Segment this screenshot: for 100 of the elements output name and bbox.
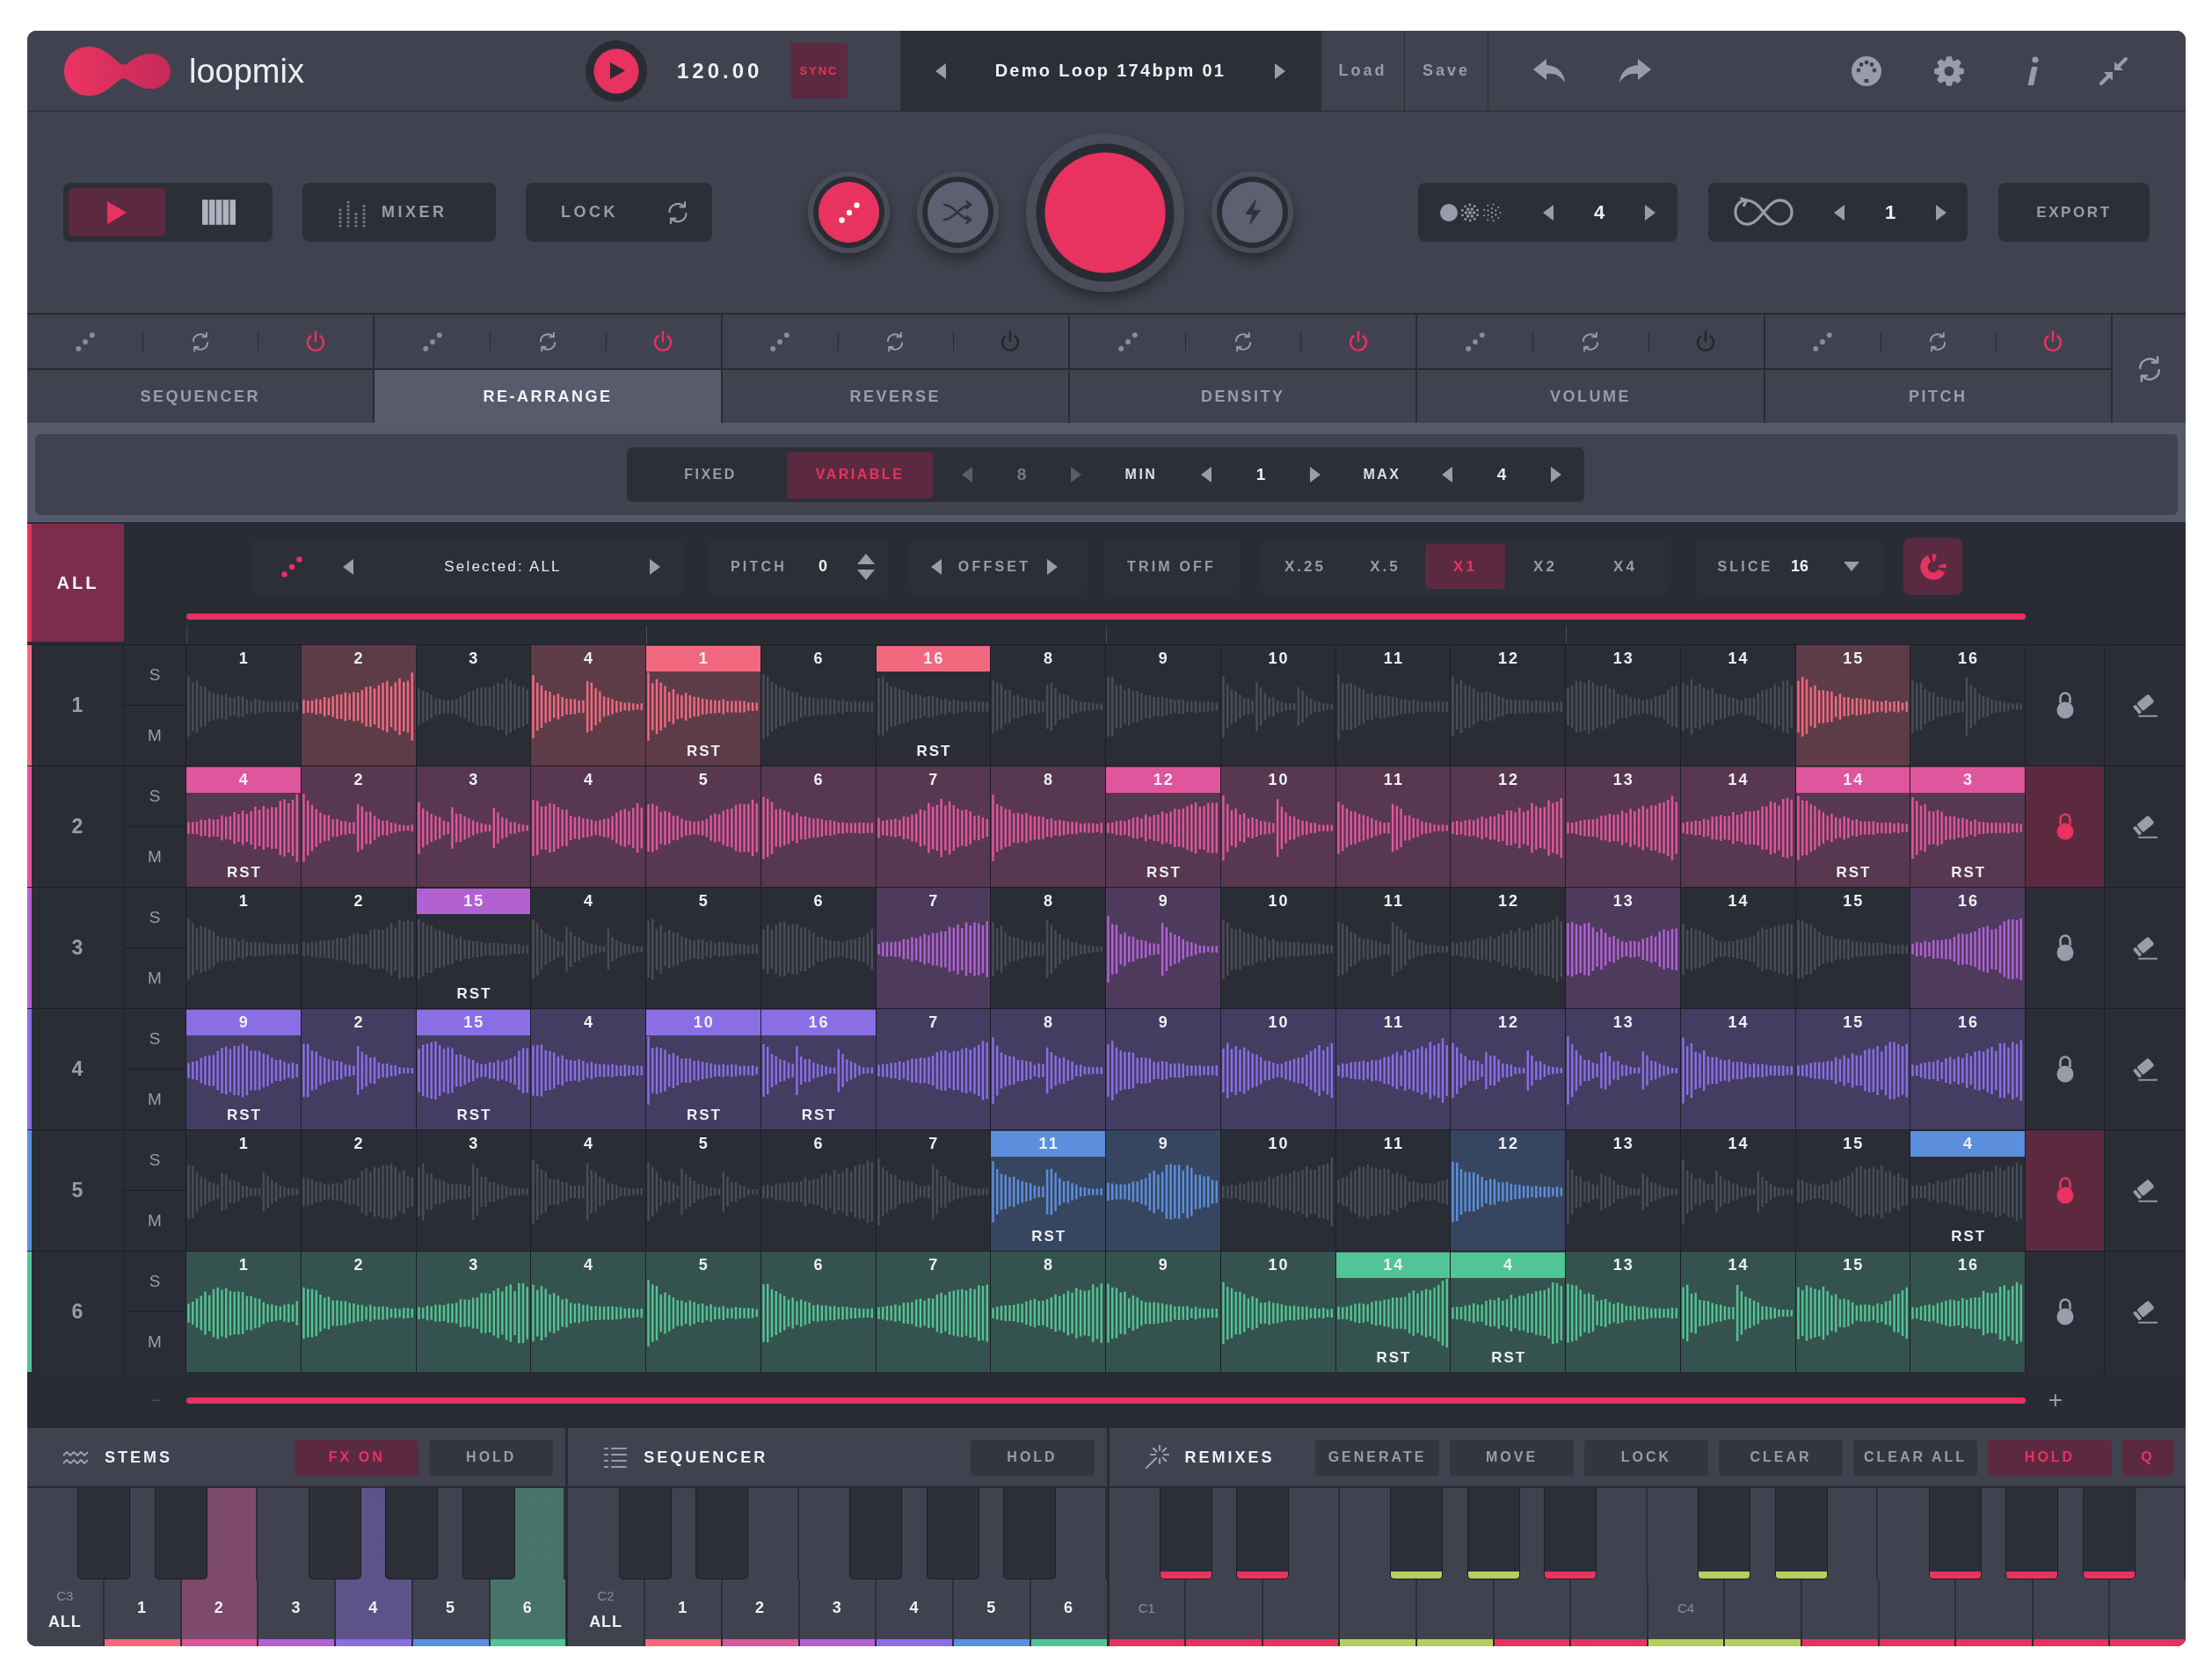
slice-number: 14 bbox=[1727, 770, 1750, 790]
rst-label: RST bbox=[1950, 1227, 1987, 1246]
slice-number: 1 bbox=[237, 891, 250, 911]
slice-number: 12 bbox=[1497, 770, 1520, 790]
slice-number: 4 bbox=[583, 770, 595, 790]
slice-number: 13 bbox=[1612, 770, 1634, 790]
key-label: 2 bbox=[214, 1599, 224, 1617]
key-label: 6 bbox=[522, 1599, 533, 1617]
note-label: C1 bbox=[1138, 1601, 1155, 1615]
slice-number: 1 bbox=[646, 646, 760, 672]
slice-number: 15 bbox=[1842, 1255, 1865, 1275]
slice-number: 13 bbox=[1612, 1255, 1634, 1275]
rst-label: RST bbox=[1950, 863, 1987, 882]
pitch-label: PITCH bbox=[730, 558, 788, 575]
min-value: 1 bbox=[1255, 465, 1267, 484]
slice-number: 9 bbox=[1157, 649, 1169, 669]
slice-number: 15 bbox=[1842, 891, 1865, 911]
slice-number: 13 bbox=[1612, 1134, 1634, 1154]
rst-label: RST bbox=[455, 1106, 492, 1125]
slice-number: 3 bbox=[468, 1255, 480, 1275]
slice-number: 15 bbox=[416, 1010, 531, 1035]
slice-number: 2 bbox=[353, 770, 365, 790]
slice-number: 11 bbox=[1382, 1013, 1404, 1033]
key-label: 5 bbox=[986, 1599, 997, 1617]
slice-number: 10 bbox=[1267, 649, 1290, 669]
key-label: 3 bbox=[291, 1599, 302, 1617]
key-label: 1 bbox=[678, 1599, 688, 1617]
rst-label: RST bbox=[800, 1106, 837, 1125]
slice-number: 10 bbox=[1267, 891, 1290, 911]
slice-number: 12 bbox=[1497, 1013, 1520, 1033]
rst-label: RST bbox=[915, 742, 952, 761]
slice-number: 15 bbox=[1842, 649, 1865, 669]
slice-number: 8 bbox=[1043, 1013, 1055, 1033]
slice-number: 6 bbox=[812, 770, 825, 790]
slice-number: 2 bbox=[353, 1013, 365, 1033]
slice-number: 4 bbox=[583, 1134, 595, 1154]
slice-number: 16 bbox=[760, 1010, 876, 1035]
slice-number: 1 bbox=[237, 1134, 250, 1154]
slice-number: 14 bbox=[1727, 1255, 1750, 1275]
track-number: 2 bbox=[71, 815, 84, 838]
key-label: 4 bbox=[368, 1599, 379, 1617]
slice-number: 3 bbox=[468, 770, 480, 790]
slice-number: 4 bbox=[583, 1013, 595, 1033]
slice-number: 11 bbox=[1382, 649, 1404, 669]
slice-number: 14 bbox=[1727, 1013, 1750, 1033]
slice-number: 10 bbox=[1267, 1134, 1290, 1154]
slice-number: 4 bbox=[186, 767, 301, 793]
rst-label: RST bbox=[1145, 863, 1182, 882]
slice-number: 14 bbox=[1335, 1252, 1451, 1278]
rst-label: RST bbox=[685, 1106, 722, 1125]
slice-number: 10 bbox=[1267, 1013, 1290, 1033]
slice-number: 5 bbox=[697, 1134, 709, 1154]
slice-number: 1 bbox=[237, 649, 250, 669]
slice-number: 7 bbox=[928, 891, 940, 911]
max-value: 4 bbox=[1495, 465, 1508, 484]
slice-number: 1 bbox=[237, 1255, 250, 1275]
slice-number: 6 bbox=[812, 1134, 825, 1154]
rst-label: RST bbox=[1030, 1227, 1067, 1246]
slice-number: 8 bbox=[1043, 770, 1055, 790]
key-label: 3 bbox=[832, 1599, 842, 1617]
slice-number: 9 bbox=[1157, 1013, 1169, 1033]
app-name: loopmix bbox=[189, 54, 304, 88]
slice-number: 2 bbox=[353, 1255, 365, 1275]
key-label: 1 bbox=[137, 1599, 148, 1617]
track-number: 6 bbox=[71, 1300, 84, 1324]
slice-number: 10 bbox=[1267, 1255, 1290, 1275]
slice-number: 11 bbox=[1382, 891, 1404, 911]
key-label: 4 bbox=[909, 1599, 920, 1617]
rst-label: RST bbox=[225, 863, 262, 882]
slice-number: 11 bbox=[991, 1131, 1105, 1157]
slice-number: 2 bbox=[353, 649, 365, 669]
slice-number: 3 bbox=[468, 649, 480, 669]
slice-number: 16 bbox=[876, 646, 991, 672]
slice-number: 12 bbox=[1497, 649, 1520, 669]
slice-number: 13 bbox=[1612, 649, 1634, 669]
pitch-value: 0 bbox=[818, 557, 828, 576]
slice-number: 7 bbox=[928, 1013, 940, 1033]
slice-label: SLICE bbox=[1716, 558, 1774, 575]
slice-number: 3 bbox=[1910, 767, 2025, 793]
key-label: 2 bbox=[755, 1599, 766, 1617]
slice-number: 2 bbox=[353, 891, 365, 911]
slice-number: 5 bbox=[697, 1255, 709, 1275]
slice-number: 16 bbox=[1957, 1255, 1980, 1275]
slice-number: 5 bbox=[697, 891, 709, 911]
slice-value: 16 bbox=[1790, 557, 1809, 576]
key-label: 6 bbox=[1064, 1599, 1074, 1617]
note-label: C3 bbox=[56, 1588, 74, 1603]
selection-label: Selected: ALL bbox=[443, 557, 563, 576]
rst-label: RST bbox=[225, 1106, 262, 1125]
rst-label: RST bbox=[1490, 1348, 1527, 1368]
track-number: 5 bbox=[71, 1179, 84, 1202]
slice-number: 16 bbox=[1957, 1013, 1980, 1033]
track-number: 1 bbox=[71, 693, 84, 717]
preset-name: Demo Loop 174bpm 01 bbox=[994, 61, 1226, 81]
min-label: MIN bbox=[1124, 467, 1159, 483]
key-label: ALL bbox=[589, 1613, 623, 1631]
slice-number: 8 bbox=[1043, 649, 1055, 669]
slice-number: 7 bbox=[928, 770, 940, 790]
slice-number: 4 bbox=[1451, 1252, 1565, 1278]
offset-label: OFFSET bbox=[957, 558, 1031, 575]
